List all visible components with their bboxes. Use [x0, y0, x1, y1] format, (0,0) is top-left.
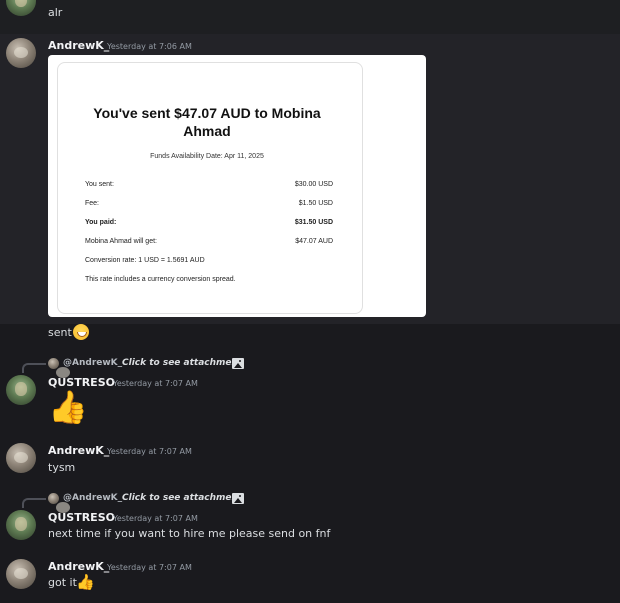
- reply-preview[interactable]: Click to see attachment: [122, 358, 242, 368]
- receipt-availability: Funds Availability Date: Apr 11, 2025: [150, 153, 264, 160]
- receipt-row-value: $1.50 USD: [298, 200, 333, 207]
- receipt-title: You've sent $47.07 AUD to Mobina Ahmad: [93, 105, 321, 139]
- receipt-row-label: You sent:: [85, 181, 114, 188]
- username[interactable]: QUSTRESO: [48, 511, 115, 524]
- receipt-row-value: $30.00 USD: [294, 181, 333, 188]
- grinning-emoji-icon: [73, 324, 89, 340]
- avatar[interactable]: [6, 559, 36, 589]
- receipt-row-value: $47.07 AUD: [295, 238, 333, 245]
- message-text: tysm: [48, 461, 76, 474]
- avatar[interactable]: [6, 38, 36, 68]
- timestamp: Yesterday at 7:07 AM: [107, 563, 192, 572]
- thumbs-up-emoji-icon: 👍: [48, 388, 88, 426]
- message-text: sent: [48, 326, 72, 339]
- reply-username[interactable]: @AndrewK_: [63, 358, 122, 368]
- receipt-row-value: $31.50 USD: [294, 219, 333, 226]
- thumbs-up-emoji-icon: 👍: [76, 573, 95, 591]
- timestamp: Yesterday at 7:07 AM: [107, 447, 192, 456]
- username[interactable]: AndrewK_: [48, 444, 109, 457]
- receipt-conversion: Conversion rate: 1 USD = 1.5691 AUD: [85, 257, 205, 264]
- receipt-note: This rate includes a currency conversion…: [85, 276, 236, 283]
- image-icon: [232, 493, 244, 504]
- reply-spine: [22, 363, 46, 373]
- timestamp: Yesterday at 7:07 AM: [113, 379, 198, 388]
- timestamp: Yesterday at 7:06 AM: [107, 42, 192, 51]
- reply-username[interactable]: @AndrewK_: [63, 493, 122, 503]
- message-text: got it: [48, 576, 77, 589]
- receipt-row-label: You paid:: [85, 219, 117, 226]
- receipt-row-label: Mobina Ahmad will get:: [85, 238, 157, 245]
- reply-spine: [22, 498, 46, 508]
- receipt-row-label: Fee:: [85, 200, 100, 207]
- avatar[interactable]: [6, 443, 36, 473]
- reply-preview[interactable]: Click to see attachment: [122, 493, 242, 503]
- reply-avatar: [48, 358, 70, 378]
- message-text: alr: [48, 6, 63, 19]
- message-text: next time if you want to hire me please …: [48, 527, 331, 540]
- avatar[interactable]: [6, 510, 36, 540]
- timestamp: Yesterday at 7:07 AM: [113, 514, 198, 523]
- message-row-alr: [0, 0, 620, 34]
- username[interactable]: AndrewK_: [48, 39, 109, 52]
- avatar[interactable]: [6, 375, 36, 405]
- reply-avatar: [48, 493, 70, 513]
- username[interactable]: AndrewK_: [48, 560, 109, 573]
- image-icon: [232, 358, 244, 369]
